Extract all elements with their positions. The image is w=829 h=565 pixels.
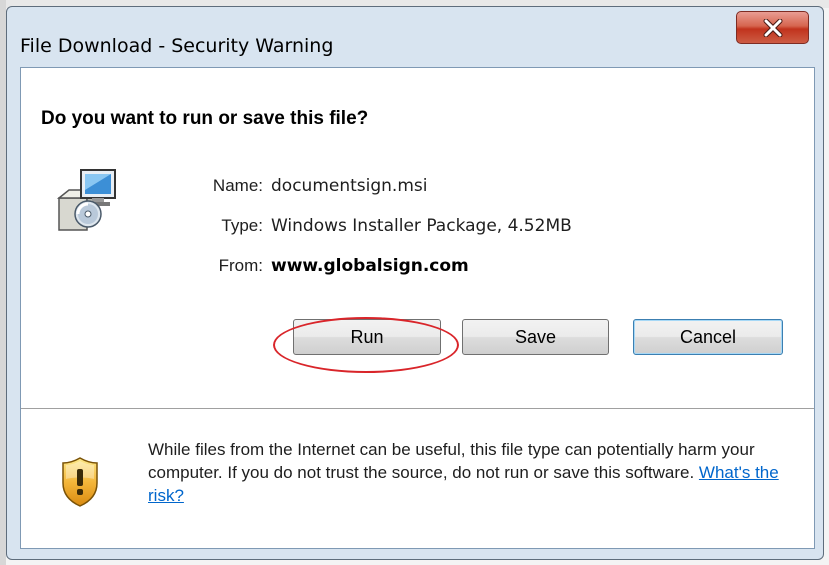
close-button[interactable] [736, 11, 809, 44]
save-button[interactable]: Save [462, 319, 609, 355]
run-button[interactable]: Run [293, 319, 441, 355]
close-x-icon [763, 19, 783, 37]
section-divider [21, 408, 814, 409]
file-type-value: Windows Installer Package, 4.52MB [271, 216, 572, 236]
warning-message: While files from the Internet can be use… [148, 438, 788, 507]
dialog-content: Do you want to run or save this file? Na… [20, 67, 815, 549]
cancel-button[interactable]: Cancel [633, 319, 783, 355]
file-from-label: From: [218, 256, 263, 275]
file-name-label: Name: [212, 176, 263, 195]
security-shield-icon [62, 457, 98, 507]
file-name-value: documentsign.msi [271, 176, 428, 196]
file-type-label: Type: [221, 216, 263, 235]
file-from-value: www.globalsign.com [271, 256, 469, 276]
window-title: File Download - Security Warning [20, 35, 334, 57]
installer-package-icon [56, 169, 116, 231]
warning-text: While files from the Internet can be use… [148, 440, 755, 482]
dialog-question: Do you want to run or save this file? [41, 108, 369, 129]
